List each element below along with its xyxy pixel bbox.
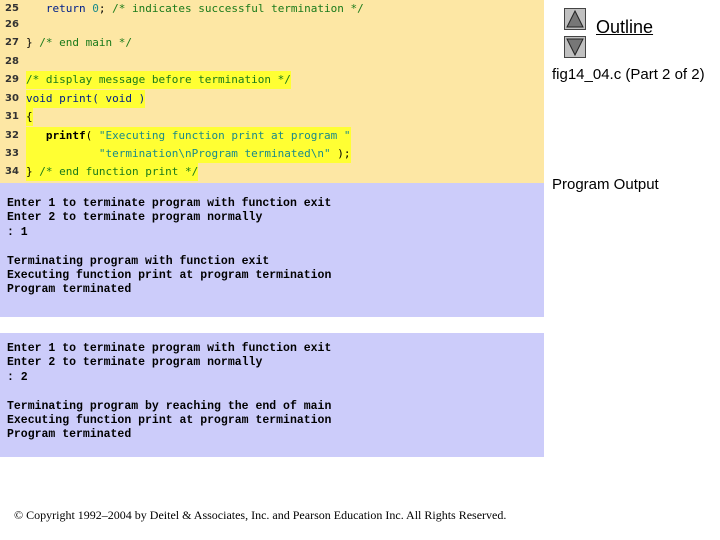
triangle-down-icon <box>566 38 584 57</box>
program-output-text: Enter 1 to terminate program with functi… <box>7 197 332 297</box>
next-slide-button[interactable] <box>564 36 586 58</box>
code-text: void print( void ) <box>26 90 146 108</box>
program-output-text: Enter 1 to terminate program with functi… <box>7 342 332 442</box>
line-number: 27 <box>5 37 19 48</box>
program-output-panel-2: Enter 1 to terminate program with functi… <box>0 333 544 457</box>
code-text: } /* end function print */ <box>26 163 199 181</box>
line-number: 26 <box>5 19 19 30</box>
line-number: 34 <box>5 166 19 177</box>
code-text: { <box>26 108 33 126</box>
line-number: 32 <box>5 130 19 141</box>
line-number: 28 <box>5 56 19 67</box>
code-text: "termination\nProgram terminated\n" ); <box>26 145 351 163</box>
code-text: printf( "Executing function print at pro… <box>26 127 351 145</box>
copyright-notice: © Copyright 1992–2004 by Deitel & Associ… <box>14 508 507 522</box>
line-number: 31 <box>5 111 19 122</box>
triangle-up-icon <box>566 9 584 28</box>
code-text: return 0; /* indicates successful termin… <box>45 2 364 15</box>
previous-slide-button[interactable] <box>564 8 586 30</box>
program-output-label: Program Output <box>552 176 659 193</box>
program-output-panel-1: Enter 1 to terminate program with functi… <box>0 183 544 317</box>
line-number: 33 <box>5 148 19 159</box>
source-code-panel: 25 return 0; /* indicates successful ter… <box>0 0 544 183</box>
outline-link[interactable]: Outline <box>596 17 653 38</box>
line-number: 29 <box>5 74 19 85</box>
code-text: } /* end main */ <box>26 36 132 49</box>
figure-title: fig14_04.c (Part 2 of 2) <box>552 66 705 83</box>
line-number: 30 <box>5 93 19 104</box>
code-text: /* display message before termination */ <box>26 71 291 89</box>
